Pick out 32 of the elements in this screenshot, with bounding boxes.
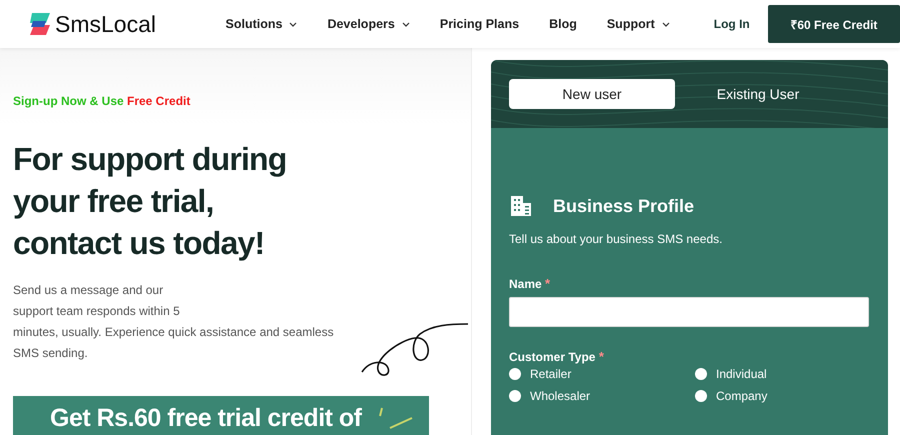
name-input-field[interactable] xyxy=(509,297,869,327)
user-tab[interactable]: Existing User xyxy=(675,79,841,109)
radio-label[interactable]: Company xyxy=(716,389,768,403)
radio-label[interactable]: Wholesaler xyxy=(530,389,590,403)
logo-icon xyxy=(28,11,52,37)
nav-link[interactable]: Support xyxy=(606,17,670,31)
section-subtitle: Tell us about your business SMS needs. xyxy=(509,232,724,246)
brand-logo[interactable]: SmsLocal xyxy=(55,10,156,38)
radio-label[interactable]: Individual xyxy=(716,367,767,381)
required-marker: * xyxy=(598,349,604,364)
hero-heading: For support during your free trial, contact us today! xyxy=(13,140,288,263)
required-marker: * xyxy=(545,276,550,291)
signup-tagline: Sign-up Now & Use Free Credit xyxy=(13,94,192,108)
hero-description: Send us a message and our support team responds within 5 minutes, usually. Experience quick assistance and seamless SMS sending. xyxy=(13,282,334,362)
field-label: Customer Type xyxy=(509,350,596,364)
section-title: Business Profile xyxy=(553,196,694,216)
radio-button[interactable] xyxy=(695,368,707,380)
user-tab[interactable]: New user xyxy=(509,79,675,109)
building-icon xyxy=(509,194,533,218)
field-label: Name xyxy=(509,277,542,291)
nav-link[interactable]: Pricing Plans xyxy=(440,17,520,31)
radio-button[interactable] xyxy=(695,390,707,402)
banner-text: Get Rs.60 free trial credit of xyxy=(50,404,362,433)
login-link[interactable]: Log In xyxy=(714,17,750,31)
radio-button[interactable] xyxy=(509,390,521,402)
free-credit-button[interactable]: ₹60 Free Credit xyxy=(768,5,900,43)
nav-link[interactable]: Developers xyxy=(327,17,410,31)
confetti-icon xyxy=(378,406,414,430)
radio-label[interactable]: Retailer xyxy=(530,367,572,381)
radio-button[interactable] xyxy=(509,368,521,380)
nav-link[interactable]: Blog xyxy=(549,17,577,31)
nav-link[interactable]: Solutions xyxy=(226,17,298,31)
